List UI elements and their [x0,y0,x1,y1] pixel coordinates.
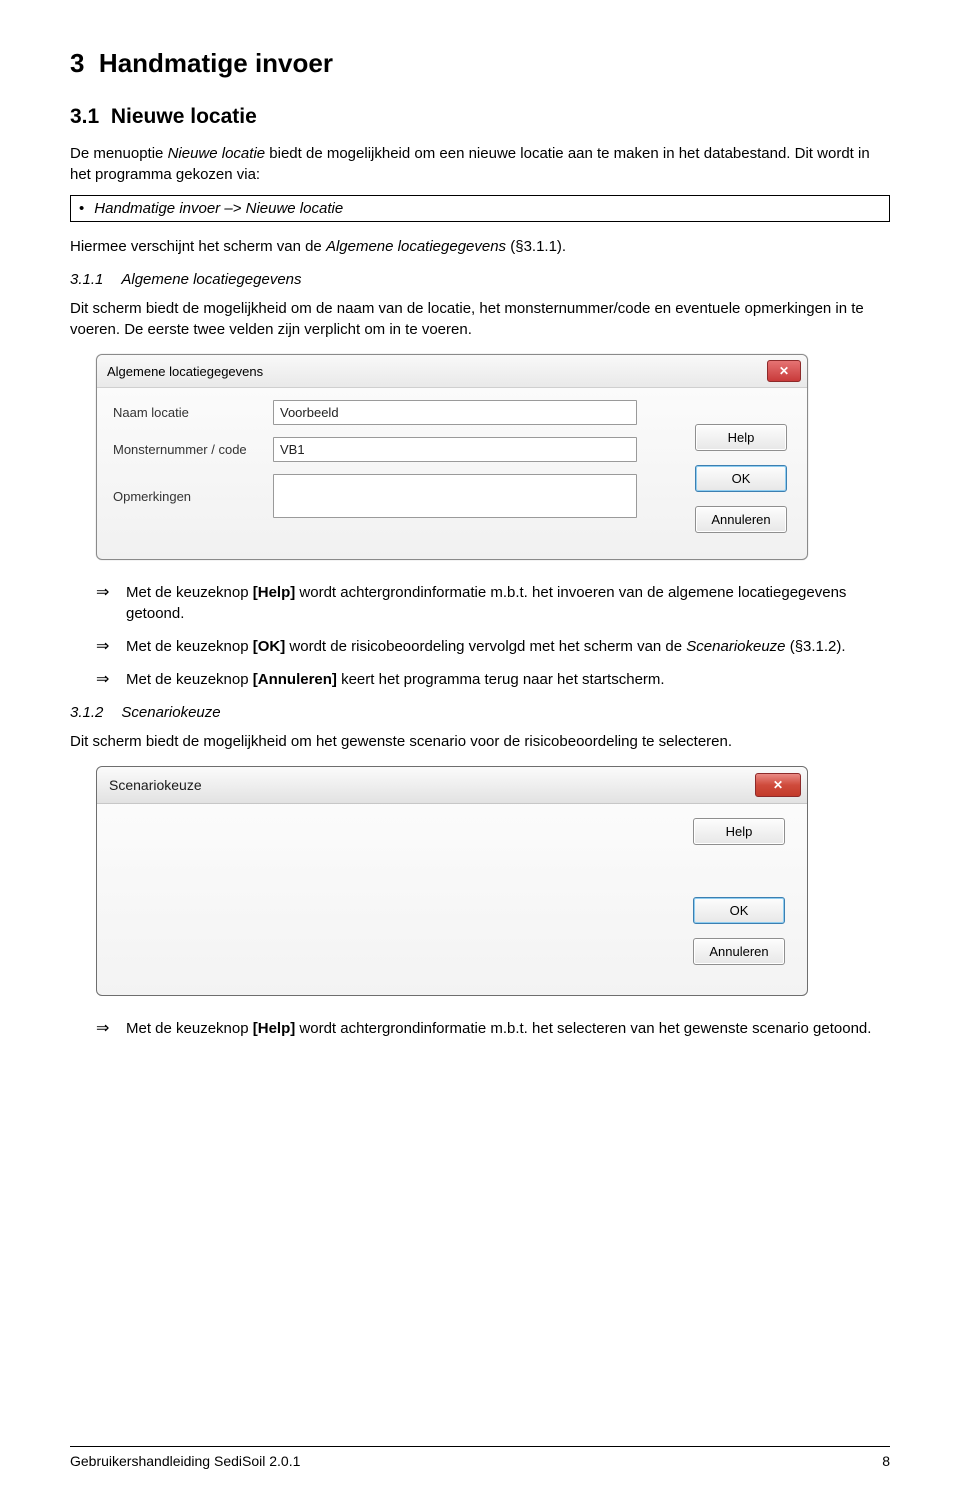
a2i: Scenariokeuze [686,638,785,655]
input-opmerkingen[interactable] [273,474,637,518]
a2b: [OK] [253,638,286,655]
arrow-list-2: Met de keuzeknop [Help] wordt achtergron… [70,1018,890,1039]
para2-b: (§3.1.1). [506,238,566,255]
menu-path-box: • Handmatige invoer –> Nieuwe locatie [70,195,890,222]
a2c: wordt de risicobeoordeling vervolgd met … [285,638,686,655]
label-naam: Naam locatie [113,405,273,420]
dialog1-body: Naam locatie Voorbeeld Monsternummer / c… [97,388,807,559]
label-opmerkingen: Opmerkingen [113,489,273,504]
arrow-item-help: Met de keuzeknop [Help] wordt achtergron… [96,582,890,624]
ok-button[interactable]: OK [695,465,787,492]
page-footer: Gebruikershandleiding SediSoil 2.0.1 8 [70,1446,890,1469]
a3b: [Annuleren] [253,671,337,688]
intro-text-italic: Nieuwe locatie [168,145,266,162]
input-monsternummer[interactable]: VB1 [273,437,637,462]
dialog1-title: Algemene locatiegegevens [107,364,263,379]
dialog1-titlebar: Algemene locatiegegevens ✕ [97,355,807,388]
menu-path-text: Handmatige invoer –> Nieuwe locatie [94,200,343,217]
subsection-312: 3.1.2 Scenariokeuze [70,704,890,721]
close-icon[interactable]: ✕ [767,360,801,382]
para-algemene: Hiermee verschijnt het scherm van de Alg… [70,236,890,257]
subsub1-num: 3.1.1 [70,271,103,288]
para-311-desc: Dit scherm biedt de mogelijkheid om de n… [70,298,890,340]
subsub2-title: Scenariokeuze [121,704,220,721]
a2a: Met de keuzeknop [126,638,253,655]
footer-left: Gebruikershandleiding SediSoil 2.0.1 [70,1453,300,1469]
ok-button[interactable]: OK [693,897,785,924]
help-button[interactable]: Help [695,424,787,451]
row-naam: Naam locatie Voorbeeld [113,400,695,425]
section-num: 3.1 [70,105,99,128]
section-heading: 3.1 Nieuwe locatie [70,105,890,129]
subsub2-num: 3.1.2 [70,704,103,721]
bullet-icon: • [79,200,84,217]
close-icon[interactable]: ✕ [755,773,801,797]
row-monster: Monsternummer / code VB1 [113,437,695,462]
intro-text-a: De menuoptie [70,145,168,162]
dialog2-titlebar: Scenariokeuze ✕ [97,767,807,804]
para2-a: Hiermee verschijnt het scherm van de [70,238,326,255]
b1a: Met de keuzeknop [126,1020,253,1037]
para2-i: Algemene locatiegegevens [326,238,506,255]
arrow-item-annuleren: Met de keuzeknop [Annuleren] keert het p… [96,669,890,690]
intro-paragraph: De menuoptie Nieuwe locatie biedt de mog… [70,143,890,185]
label-monster: Monsternummer / code [113,442,273,457]
subsection-311: 3.1.1 Algemene locatiegegevens [70,271,890,288]
heading-text: Handmatige invoer [99,48,333,78]
radio-group-scenario [115,818,693,979]
help-button[interactable]: Help [693,818,785,845]
page-title: 3 Handmatige invoer [70,48,890,79]
annuleren-button[interactable]: Annuleren [695,506,787,533]
b1b: [Help] [253,1020,296,1037]
dialog-algemene-locatiegegevens: Algemene locatiegegevens ✕ Naam locatie … [96,354,808,560]
arrow-list-1: Met de keuzeknop [Help] wordt achtergron… [70,582,890,690]
a3a: Met de keuzeknop [126,671,253,688]
heading-num: 3 [70,48,84,78]
dialog-scenariokeuze: Scenariokeuze ✕ Help OK Annuleren [96,766,808,996]
arrow-item-help-2: Met de keuzeknop [Help] wordt achtergron… [96,1018,890,1039]
row-opmerkingen: Opmerkingen [113,474,695,518]
para-312-desc: Dit scherm biedt de mogelijkheid om het … [70,731,890,752]
a2d: (§3.1.2). [786,638,846,655]
a1b: [Help] [253,584,296,601]
section-text: Nieuwe locatie [111,105,257,128]
dialog2-title: Scenariokeuze [109,777,202,793]
footer-page-number: 8 [882,1453,890,1469]
a3c: keert het programma terug naar het start… [337,671,665,688]
dialog2-body: Help OK Annuleren [97,804,807,995]
annuleren-button[interactable]: Annuleren [693,938,785,965]
a1a: Met de keuzeknop [126,584,253,601]
b1c: wordt achtergrondinformatie m.b.t. het s… [295,1020,871,1037]
arrow-item-ok: Met de keuzeknop [OK] wordt de risicobeo… [96,636,890,657]
input-naam-locatie[interactable]: Voorbeeld [273,400,637,425]
subsub1-title: Algemene locatiegegevens [121,271,301,288]
